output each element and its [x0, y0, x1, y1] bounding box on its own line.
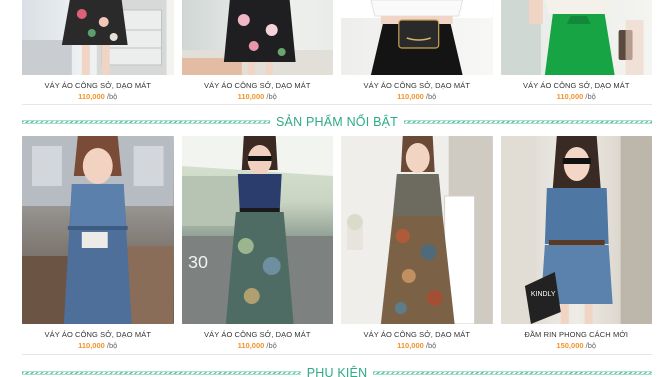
product-name[interactable]: VÁY ÁO CÔNG SỞ, DẠO MÁT	[44, 81, 151, 90]
price-amount: 110,000	[237, 92, 265, 101]
product-card[interactable]: KINDLY ĐẦM RIN PHONG CÁCH MỚI 150,000 /b…	[500, 136, 652, 350]
price-unit: /bộ	[106, 92, 118, 101]
product-row-featured: VÁY ÁO CÔNG SỞ, DẠO MÁT 110,000 /bộ 30 V…	[22, 136, 652, 350]
svg-text:KINDLY: KINDLY	[530, 291, 555, 298]
product-image[interactable]	[341, 0, 493, 75]
section-header-featured: SẢN PHẨM NỔI BẬT	[22, 114, 652, 130]
price-unit: /bộ	[266, 92, 277, 101]
product-image[interactable]	[500, 0, 652, 75]
price-amount: 110,000	[78, 92, 105, 101]
product-price: 110,000 /bộ	[397, 341, 436, 350]
section-header-accessories: PHỤ KIỆN	[22, 365, 653, 377]
svg-text:30: 30	[187, 252, 207, 272]
product-card[interactable]: VÁY ÁO CÔNG SỞ, DẠO MÁT 110,000 /bộ	[181, 0, 333, 101]
price-amount: 150,000	[556, 341, 584, 350]
product-image[interactable]: 30	[181, 136, 333, 324]
product-price: 110,000 /bộ	[557, 92, 596, 101]
product-price: 110,000 /bộ	[238, 92, 277, 101]
product-name[interactable]: VÁY ÁO CÔNG SỞ, DẠO MÁT	[204, 81, 311, 90]
decorative-stripe	[403, 120, 652, 124]
product-card[interactable]: VÁY ÁO CÔNG SỞ, DẠO MÁT 110,000 /bộ	[22, 136, 174, 350]
price-amount: 110,000	[78, 341, 105, 350]
price-unit: /bộ	[106, 341, 118, 350]
price-unit: /bộ	[425, 92, 437, 101]
product-name[interactable]: VÁY ÁO CÔNG SỞ, DẠO MÁT	[363, 330, 470, 339]
product-card[interactable]: VÁY ÁO CÔNG SỞ, DẠO MÁT 110,000 /bộ	[341, 0, 493, 101]
price-unit: /bộ	[585, 92, 596, 101]
product-price: 110,000 /bộ	[397, 92, 436, 101]
product-image[interactable]	[181, 0, 333, 75]
decorative-stripe	[373, 371, 653, 375]
section-title: PHỤ KIỆN	[306, 366, 368, 377]
product-image[interactable]	[22, 0, 174, 75]
product-card[interactable]: VÁY ÁO CÔNG SỞ, DẠO MÁT 110,000 /bộ	[22, 0, 174, 101]
product-image[interactable]: KINDLY	[500, 136, 652, 324]
price-amount: 110,000	[237, 341, 265, 350]
product-price: 110,000 /bộ	[238, 341, 277, 350]
product-price: 110,000 /bộ	[78, 92, 117, 101]
price-amount: 110,000	[397, 92, 424, 101]
decorative-stripe	[22, 120, 271, 124]
product-price: 150,000 /bộ	[556, 341, 596, 350]
product-card[interactable]: VÁY ÁO CÔNG SỞ, DẠO MÁT 110,000 /bộ	[500, 0, 652, 101]
product-name[interactable]: VÁY ÁO CÔNG SỞ, DẠO MÁT	[523, 81, 630, 90]
product-name[interactable]: VÁY ÁO CÔNG SỞ, DẠO MÁT	[44, 330, 151, 339]
product-name[interactable]: VÁY ÁO CÔNG SỞ, DẠO MÁT	[363, 81, 470, 90]
product-image[interactable]	[341, 136, 493, 324]
divider	[22, 104, 652, 105]
product-row-top: VÁY ÁO CÔNG SỞ, DẠO MÁT 110,000 /bộ VÁY …	[22, 0, 652, 101]
price-amount: 110,000	[397, 341, 424, 350]
product-price: 110,000 /bộ	[78, 341, 117, 350]
decorative-stripe	[22, 371, 301, 375]
divider	[22, 354, 652, 355]
product-name[interactable]: ĐẦM RIN PHONG CÁCH MỚI	[524, 330, 628, 339]
price-unit: /bộ	[425, 341, 437, 350]
section-title: SẢN PHẨM NỔI BẬT	[276, 115, 398, 129]
price-unit: /bộ	[585, 341, 597, 350]
product-card[interactable]: VÁY ÁO CÔNG SỞ, DẠO MÁT 110,000 /bộ	[341, 136, 493, 350]
product-image[interactable]	[22, 136, 174, 324]
product-card[interactable]: 30 VÁY ÁO CÔNG SỞ, DẠO MÁT 110,000 /bộ	[181, 136, 333, 350]
price-unit: /bộ	[266, 341, 277, 350]
price-amount: 110,000	[556, 92, 584, 101]
product-name[interactable]: VÁY ÁO CÔNG SỞ, DẠO MÁT	[204, 330, 311, 339]
